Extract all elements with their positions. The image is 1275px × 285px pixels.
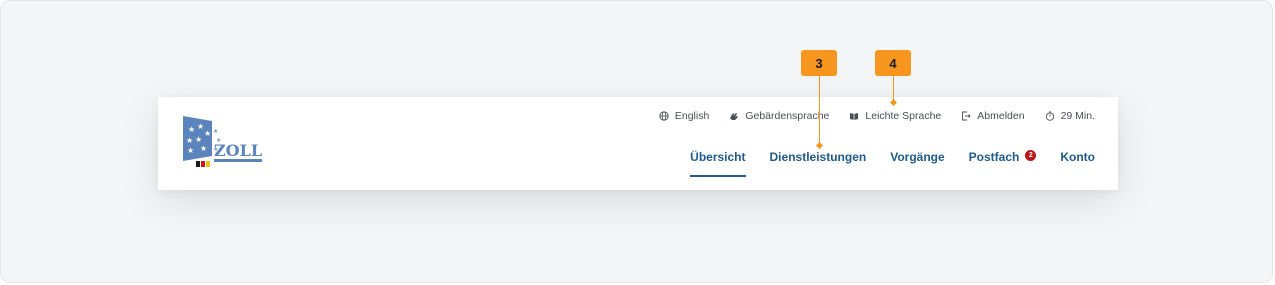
- easy-language-link[interactable]: Leichte Sprache: [849, 110, 941, 122]
- svg-text:★: ★: [188, 125, 195, 134]
- svg-text:★: ★: [204, 129, 211, 138]
- logout-icon: [962, 111, 971, 121]
- util-label: English: [674, 110, 710, 122]
- easy-language-icon: [850, 113, 859, 120]
- timer-icon: [1045, 111, 1054, 121]
- svg-text:★: ★: [186, 136, 193, 145]
- unread-badge: 2: [1025, 149, 1037, 161]
- sign-language-icon: [730, 113, 739, 120]
- site-header: ★ ★ ★ ★ ★ ★ ★ ★ ★ ★ ZOLL English Gebärde…: [158, 97, 1118, 190]
- util-label: 29 Min.: [1060, 110, 1095, 122]
- session-timer: 29 Min.: [1045, 110, 1095, 122]
- main-nav: Übersicht Dienstleistungen Vorgänge Post…: [690, 149, 1095, 177]
- svg-text:ZOLL: ZOLL: [214, 141, 262, 160]
- svg-text:★: ★: [200, 144, 207, 153]
- zoll-logo[interactable]: ★ ★ ★ ★ ★ ★ ★ ★ ★ ★ ZOLL: [182, 113, 266, 173]
- annotation-line-3: [819, 76, 820, 144]
- sign-language-link[interactable]: Gebärdensprache: [729, 110, 829, 122]
- annotation-line-4: [893, 76, 894, 101]
- nav-label: Postfach: [968, 150, 1020, 164]
- utility-nav: English Gebärdensprache Leichte Sprache: [659, 110, 1095, 122]
- globe-icon: [659, 111, 669, 121]
- nav-item-uebersicht[interactable]: Übersicht: [690, 150, 746, 177]
- svg-text:★: ★: [195, 135, 202, 144]
- nav-label: Konto: [1060, 150, 1095, 164]
- logout-link[interactable]: Abmelden: [961, 110, 1025, 122]
- nav-label: Übersicht: [690, 150, 746, 164]
- nav-item-dienstleistungen[interactable]: Dienstleistungen: [770, 150, 867, 164]
- util-label: Abmelden: [977, 110, 1025, 122]
- nav-item-postfach[interactable]: Postfach 2: [968, 149, 1037, 164]
- annotation-marker-3: 3: [801, 50, 837, 76]
- screenshot-frame: ★ ★ ★ ★ ★ ★ ★ ★ ★ ★ ZOLL English Gebärde…: [0, 0, 1273, 283]
- svg-text:★: ★: [187, 146, 194, 155]
- language-english-link[interactable]: English: [659, 110, 709, 122]
- annotation-marker-4: 4: [875, 50, 911, 76]
- zoll-logo-graphic: ★ ★ ★ ★ ★ ★ ★ ★ ★ ★ ZOLL: [183, 116, 262, 167]
- nav-label: Dienstleistungen: [769, 150, 867, 164]
- nav-item-konto[interactable]: Konto: [1060, 150, 1095, 164]
- svg-text:★: ★: [213, 128, 218, 135]
- util-label: Leichte Sprache: [865, 110, 942, 122]
- util-label: Gebärdensprache: [745, 110, 830, 122]
- nav-item-vorgaenge[interactable]: Vorgänge: [890, 150, 944, 164]
- nav-label: Vorgänge: [890, 150, 945, 164]
